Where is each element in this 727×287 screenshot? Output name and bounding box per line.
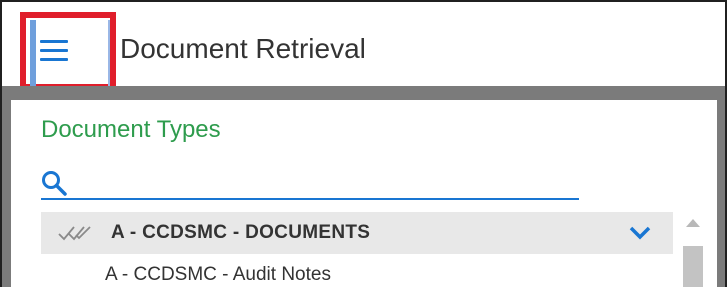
search-field [41, 166, 579, 200]
app-header: Document Retrieval [2, 2, 725, 90]
menu-focus-accent-right [108, 20, 110, 88]
list-item-label: A - CCDSMC - Audit Notes [105, 264, 331, 285]
scrollbar-thumb[interactable] [683, 246, 703, 287]
list-scrollbar[interactable] [681, 212, 705, 287]
panel-title: Document Types [41, 116, 221, 143]
menu-focus-accent [30, 20, 36, 88]
scroll-up-arrow-icon[interactable] [685, 218, 701, 228]
double-check-icon [58, 226, 91, 241]
search-input[interactable] [75, 168, 579, 196]
chevron-down-icon[interactable] [629, 226, 651, 240]
document-types-list: A - CCDSMC - DOCUMENTS A - CCDSMC - Audi… [41, 212, 673, 287]
list-group-label: A - CCDSMC - DOCUMENTS [111, 222, 371, 243]
search-icon [42, 171, 67, 196]
menu-button[interactable] [20, 12, 116, 90]
list-group-header[interactable]: A - CCDSMC - DOCUMENTS [41, 212, 673, 254]
list-item[interactable]: A - CCDSMC - Audit Notes [41, 258, 673, 287]
page-title: Document Retrieval [120, 33, 366, 64]
document-types-panel: Document Types A - CCDSMC - DOCUMENTS A … [11, 100, 717, 287]
content-area: Document Types A - CCDSMC - DOCUMENTS A … [2, 86, 725, 287]
hamburger-menu-icon [40, 40, 68, 62]
